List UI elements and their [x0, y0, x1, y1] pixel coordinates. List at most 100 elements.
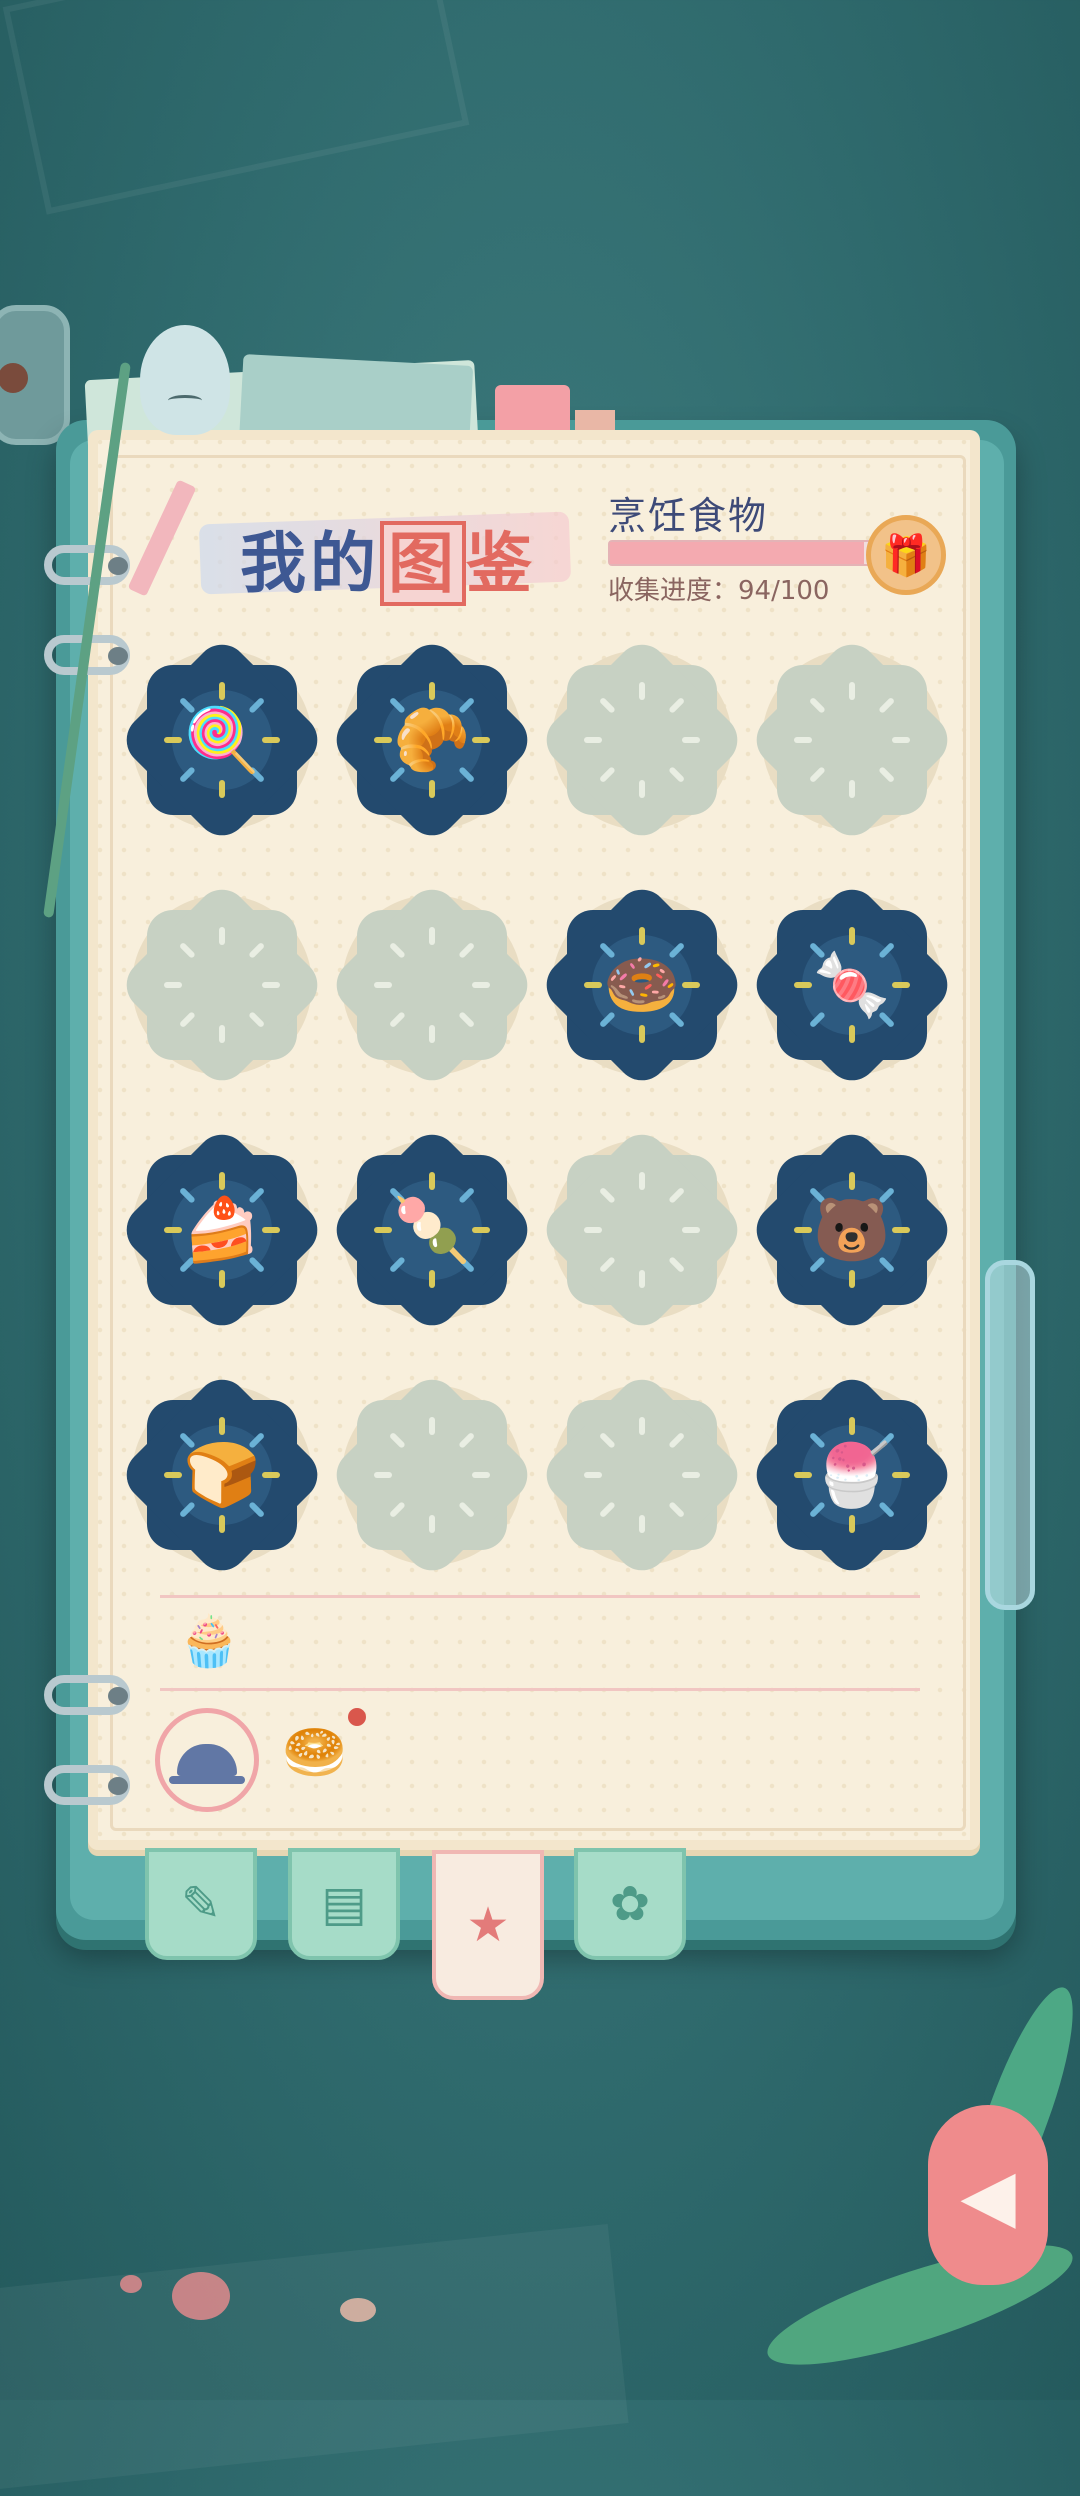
lace-ribbon-decoration	[985, 1260, 1035, 1610]
tulip-eyes	[168, 395, 202, 406]
ray-mark	[248, 941, 266, 959]
ray-mark	[388, 1011, 406, 1029]
slot-rays	[542, 1375, 742, 1575]
ray-mark	[668, 766, 686, 784]
ray-mark	[248, 1011, 266, 1029]
lollipop-icon: 🍭	[183, 703, 261, 776]
collection-slot-lollipop[interactable]: 🍭	[115, 633, 329, 847]
collection-slot-locked[interactable]	[535, 633, 749, 847]
tab-album[interactable]: ▤	[288, 1848, 400, 1960]
ray-mark	[598, 1431, 616, 1449]
star-toast-icon: 🍞	[183, 1438, 261, 1511]
petal-decoration	[172, 2272, 230, 2320]
collection-slot-blue-cake[interactable]: 🍰	[115, 1123, 329, 1337]
collection-slot-bear-donut[interactable]: 🐻	[745, 1123, 959, 1337]
tab-flower[interactable]: ✿	[574, 1848, 686, 1960]
ray-mark	[794, 737, 812, 743]
ray-mark	[598, 766, 616, 784]
slot-rays	[122, 885, 322, 1085]
collection-slot-cotton-candy[interactable]: 🍡	[325, 1123, 539, 1337]
ray-mark	[892, 737, 910, 743]
ray-mark	[388, 1431, 406, 1449]
collection-slot-locked[interactable]	[325, 878, 539, 1092]
slot-rays	[542, 1130, 742, 1330]
ray-mark	[878, 696, 896, 714]
background-paper-decoration-bottom	[0, 2223, 629, 2496]
ray-mark	[219, 1025, 225, 1043]
ray-mark	[584, 1472, 602, 1478]
ray-mark	[668, 1501, 686, 1519]
ray-mark	[639, 1417, 645, 1435]
collection-slot-star-toast[interactable]: 🍞	[115, 1368, 329, 1582]
side-avatar-button[interactable]	[0, 305, 70, 445]
back-button[interactable]: ◀	[928, 2105, 1048, 2285]
ray-mark	[668, 1431, 686, 1449]
collection-slot-locked[interactable]	[325, 1368, 539, 1582]
ray-mark	[808, 696, 826, 714]
ray-mark	[639, 1515, 645, 1533]
notes-icon: ✎	[180, 1876, 222, 1932]
dish-category-button-selected[interactable]	[155, 1708, 259, 1812]
collection-slot-candy-cane[interactable]: 🍬	[745, 878, 959, 1092]
collection-slot-locked[interactable]	[535, 1368, 749, 1582]
binder-ring	[44, 1675, 130, 1715]
album-icon: ▤	[321, 1876, 367, 1932]
collection-progress-bar	[608, 540, 882, 566]
ray-mark	[668, 1186, 686, 1204]
sleeping-tulip-decoration	[140, 325, 230, 435]
shaved-ice-icon: 🍧	[813, 1438, 891, 1511]
reward-gift-button[interactable]: 🎁	[866, 515, 946, 595]
ray-mark	[472, 1472, 490, 1478]
ray-mark	[668, 1256, 686, 1274]
dessert-category-icon[interactable]: 🧁	[178, 1612, 240, 1671]
ray-mark	[668, 696, 686, 714]
croissant-icon: 🥐	[393, 703, 471, 776]
ray-mark	[388, 941, 406, 959]
ray-mark	[682, 737, 700, 743]
ray-mark	[598, 1186, 616, 1204]
ray-mark	[682, 1227, 700, 1233]
collection-slot-locked[interactable]	[535, 1123, 749, 1337]
cloche-icon	[169, 1744, 245, 1784]
cotton-candy-icon: 🍡	[393, 1193, 471, 1266]
bakery-category-icon[interactable]: 🥯	[282, 1722, 347, 1783]
ray-mark	[584, 1227, 602, 1233]
ray-mark	[458, 941, 476, 959]
ray-mark	[458, 1501, 476, 1519]
tab-collection[interactable]: ★	[432, 1850, 544, 2000]
ray-mark	[458, 1011, 476, 1029]
ray-mark	[429, 1025, 435, 1043]
ray-mark	[429, 1417, 435, 1435]
ray-mark	[374, 1472, 392, 1478]
tab-notes[interactable]: ✎	[145, 1848, 257, 1960]
collection-slot-locked[interactable]	[745, 633, 959, 847]
bear-donut-icon: 🐻	[813, 1193, 891, 1266]
collection-progress-label: 收集进度：94/100	[608, 576, 830, 606]
ray-mark	[429, 1515, 435, 1533]
collection-progress-fill	[610, 542, 864, 564]
slot-rays	[332, 885, 532, 1085]
ray-mark	[878, 766, 896, 784]
collection-slot-shaved-ice[interactable]: 🍧	[745, 1368, 959, 1582]
title-text-highlight: 图	[380, 521, 466, 606]
ray-mark	[429, 927, 435, 945]
collection-book-icon: ★	[466, 1897, 510, 1953]
new-notification-dot	[348, 1708, 366, 1726]
collection-slot-croissant[interactable]: 🥐	[325, 633, 539, 847]
ray-mark	[849, 682, 855, 700]
ray-mark	[682, 1472, 700, 1478]
ray-mark	[849, 780, 855, 798]
page-title: 我的图鉴	[240, 510, 536, 606]
category-title: 烹饪食物	[608, 494, 769, 538]
ray-mark	[262, 982, 280, 988]
collection-slot-locked[interactable]	[115, 878, 329, 1092]
donut-icon: 🍩	[603, 948, 681, 1021]
ray-mark	[639, 780, 645, 798]
ray-mark	[639, 1172, 645, 1190]
page-title-block: 我的图鉴	[198, 480, 572, 606]
slot-rays	[332, 1375, 532, 1575]
collection-slot-donut[interactable]: 🍩	[535, 878, 749, 1092]
ray-mark	[598, 1256, 616, 1274]
blue-cake-icon: 🍰	[183, 1193, 261, 1266]
binder-ring	[44, 545, 130, 585]
